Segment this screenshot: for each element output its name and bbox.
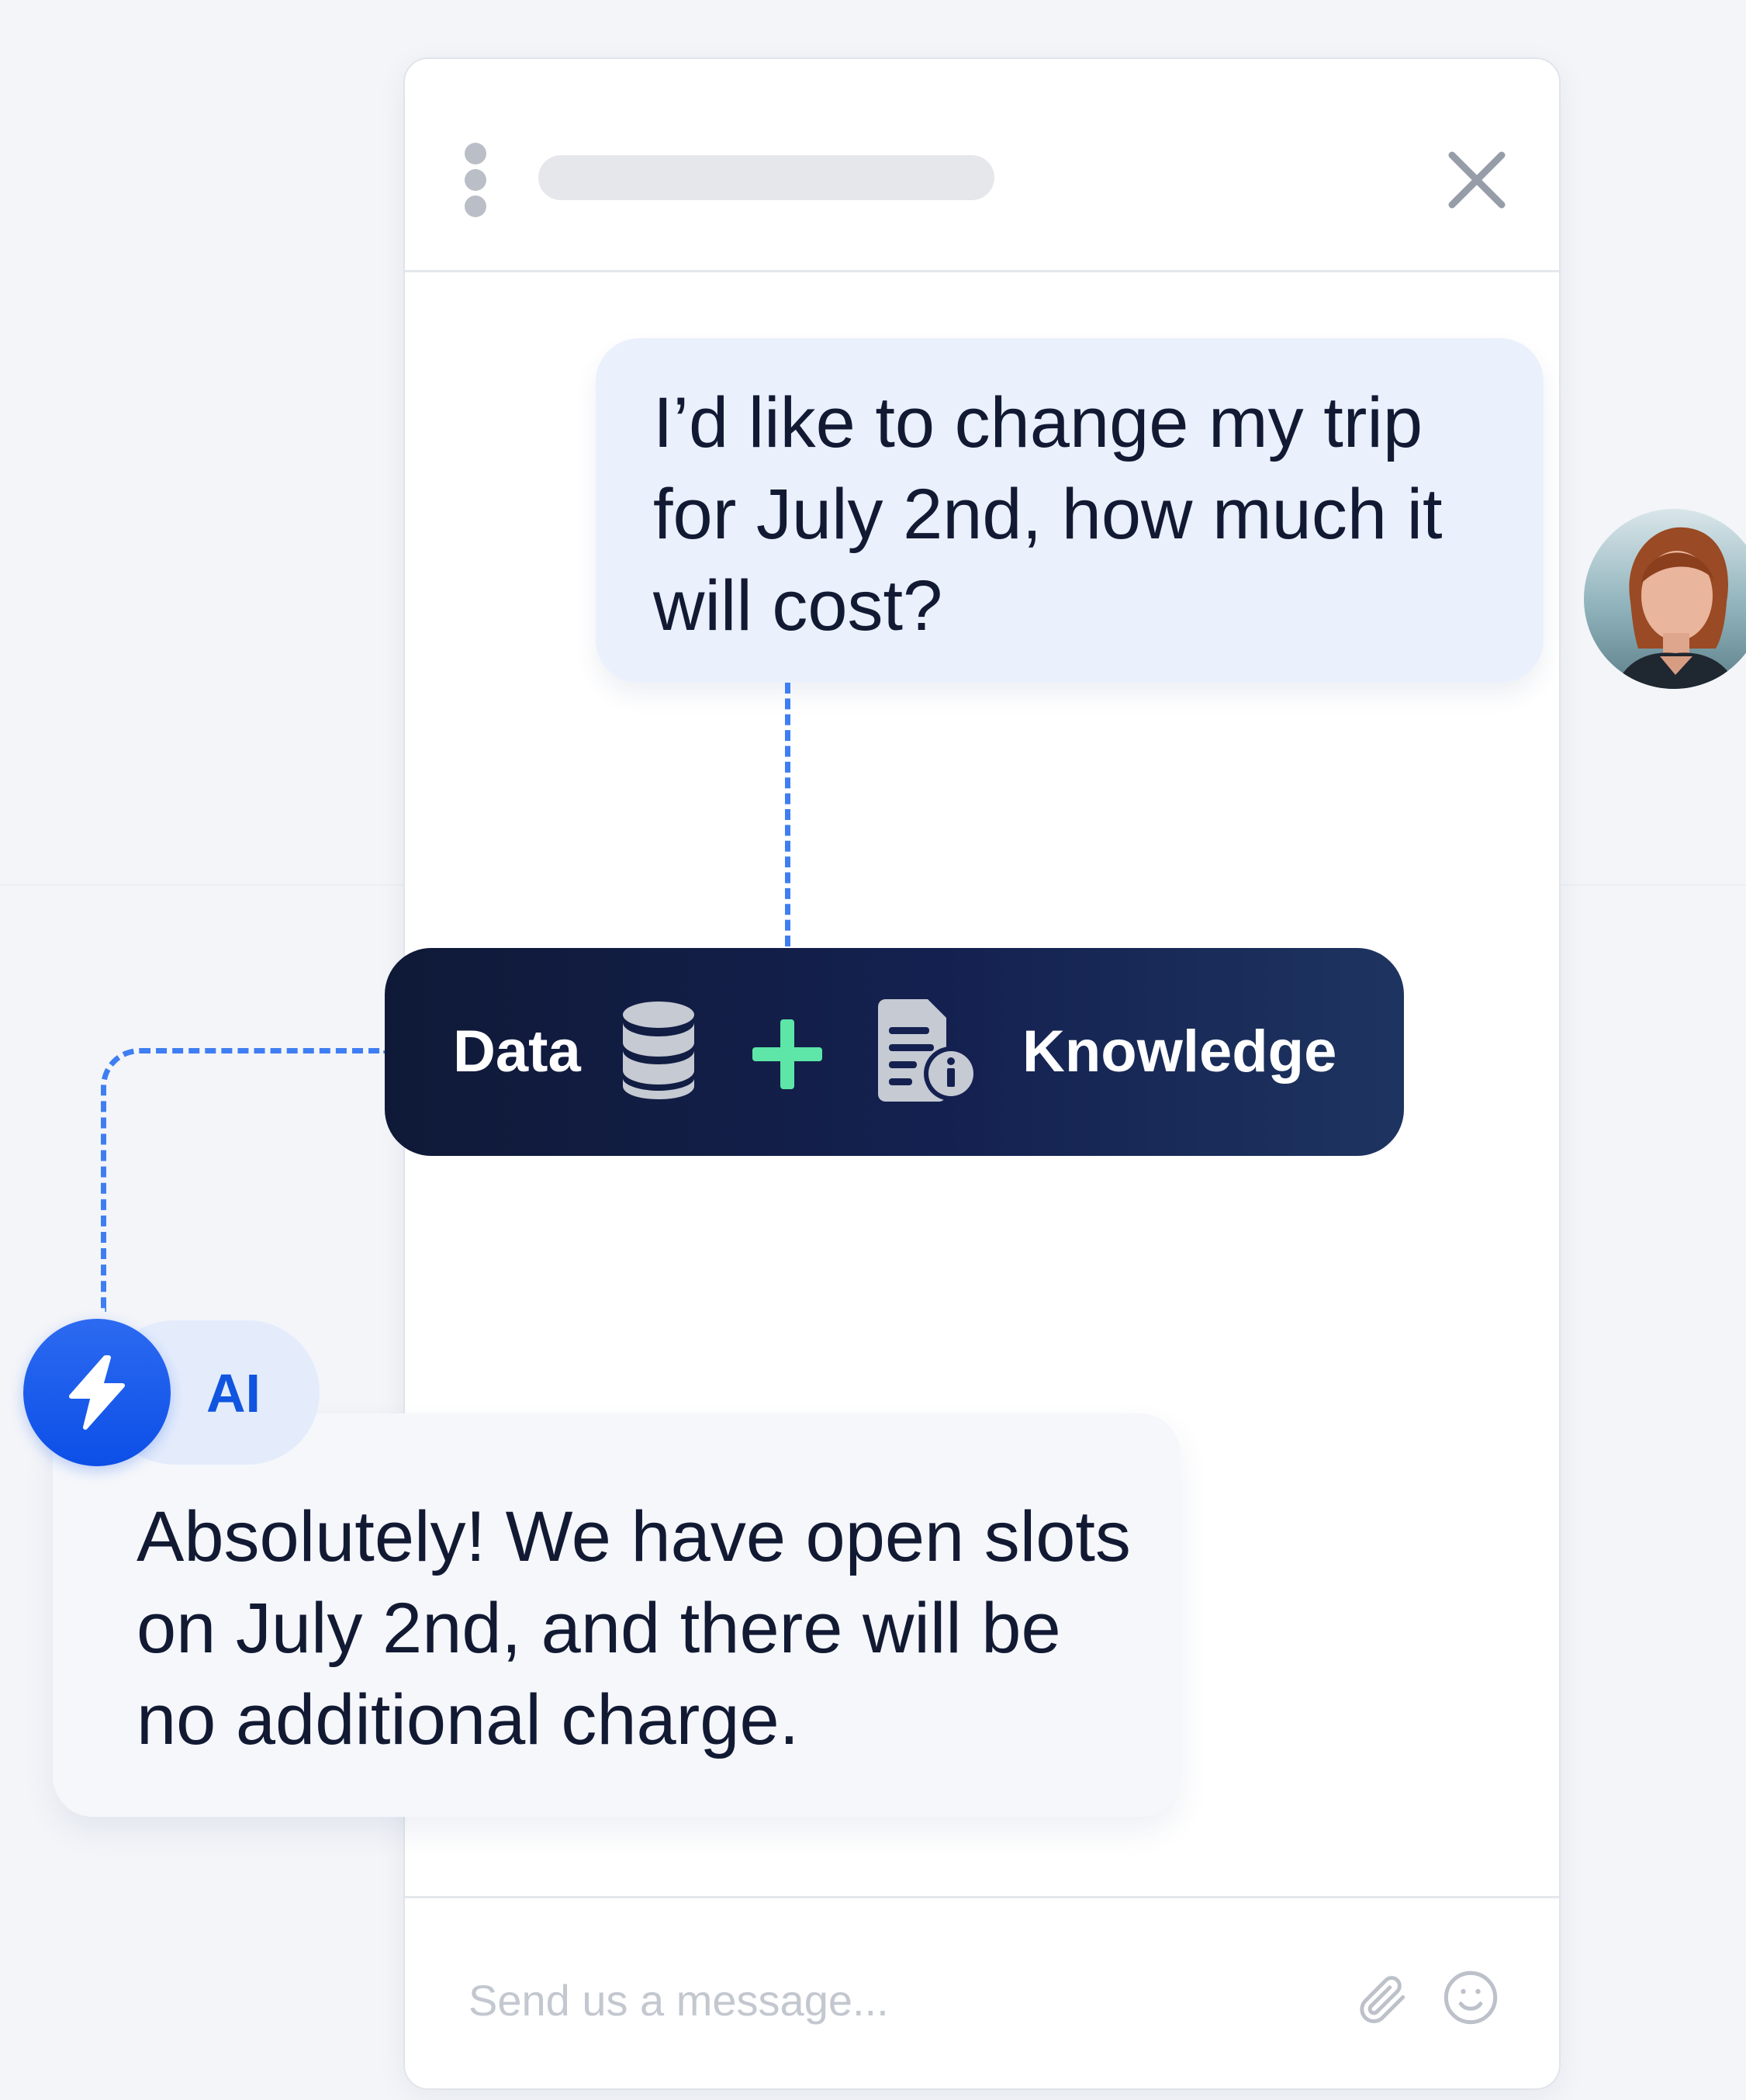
- kebab-menu-icon[interactable]: [464, 143, 487, 217]
- connector-line-vertical: [785, 683, 790, 946]
- smiley-icon[interactable]: [1441, 1968, 1500, 2027]
- title-placeholder-bar: [538, 155, 994, 200]
- ai-message-bubble: Absolutely! We have open slots on July 2…: [53, 1413, 1181, 1817]
- document-info-icon: [875, 999, 979, 1102]
- lightning-icon: [23, 1319, 171, 1466]
- chat-header: [405, 59, 1559, 272]
- close-icon[interactable]: [1444, 147, 1509, 213]
- avatar: [1584, 509, 1746, 689]
- plus-icon: [752, 1019, 822, 1089]
- knowledge-label: Knowledge: [1022, 1019, 1337, 1085]
- connector-line-elbow: [101, 1048, 389, 1312]
- paperclip-icon[interactable]: [1353, 1970, 1410, 2027]
- message-input[interactable]: [467, 1968, 1323, 2032]
- chat-footer: [405, 1896, 1559, 2100]
- database-icon: [622, 1001, 695, 1100]
- ai-message-text: Absolutely! We have open slots on July 2…: [137, 1497, 1131, 1759]
- user-message-text: I’d like to change my trip for July 2nd,…: [653, 383, 1443, 645]
- user-message-bubble: I’d like to change my trip for July 2nd,…: [596, 338, 1544, 683]
- data-label: Data: [453, 1019, 581, 1085]
- data-knowledge-bar: Data Knowledge: [385, 948, 1404, 1156]
- ai-label: AI: [206, 1363, 261, 1424]
